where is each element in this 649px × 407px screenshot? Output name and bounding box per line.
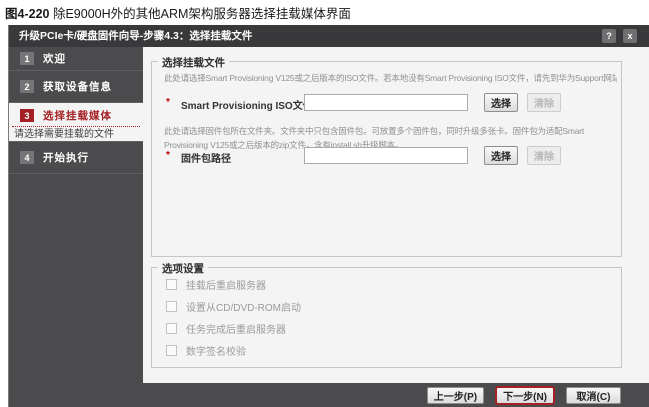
- checkbox-digital-signature: [166, 345, 177, 356]
- option-boot-from-cddvd: 设置从CD/DVD-ROM启动: [166, 300, 301, 313]
- iso-field-label: Smart Provisioning ISO文件: [181, 97, 313, 112]
- step-item-welcome: 1 欢迎: [9, 47, 143, 71]
- checkbox-restart-after-mount: [166, 279, 177, 290]
- iso-clear-button: 清除: [527, 93, 561, 112]
- step-number-badge-active: 3: [20, 109, 34, 122]
- step-item-device-info: 2 获取设备信息: [9, 71, 143, 103]
- option-restart-after-task: 任务完成后重启服务器: [166, 322, 286, 335]
- firmware-path-label: 固件包路径: [181, 150, 231, 165]
- active-step-divider: [12, 126, 140, 127]
- firmware-clear-button: 清除: [527, 146, 561, 165]
- step-number-badge: 4: [20, 151, 34, 164]
- options-legend: 选项设置: [158, 261, 208, 276]
- dialog-footer: 上一步(P) 下一步(N) 取消(C): [9, 383, 649, 407]
- figure-label: 图4-220: [5, 7, 49, 21]
- step-sublabel: 请选择需要挂载的文件: [9, 128, 143, 142]
- wizard-steps-sidebar: 1 欢迎 2 获取设备信息 3 选择挂载媒体 请选择需要挂载的文件 4 开始执行: [9, 47, 143, 383]
- step-item-execute: 4 开始执行: [9, 142, 143, 174]
- next-step-button[interactable]: 下一步(N): [496, 387, 554, 404]
- step-label: 欢迎: [43, 51, 66, 66]
- iso-description: 此处请选择Smart Provisioning V125或之后版本的ISO文件。…: [164, 71, 617, 85]
- iso-select-button[interactable]: 选择: [484, 93, 518, 112]
- option-digital-signature: 数字签名校验: [166, 344, 246, 357]
- checkbox-boot-from-cddvd: [166, 301, 177, 312]
- options-groupbox: 选项设置 挂载后重启服务器 设置从CD/DVD-ROM启动 任务完成后重启服务器…: [151, 267, 622, 368]
- iso-file-input[interactable]: [304, 94, 468, 111]
- option-label: 任务完成后重启服务器: [186, 321, 286, 336]
- step-label-active: 选择挂载媒体: [43, 108, 112, 123]
- mount-file-groupbox: 选择挂载文件 此处请选择Smart Provisioning V125或之后版本…: [151, 61, 622, 257]
- option-restart-after-mount: 挂载后重启服务器: [166, 278, 266, 291]
- option-label: 数字签名校验: [186, 343, 246, 358]
- dialog-titlebar: 升级PCIe卡/硬盘固件向导-步骤4.3：选择挂载文件 ? x: [9, 25, 649, 47]
- figure-caption-text: 除E9000H外的其他ARM架构服务器选择挂载媒体界面: [53, 7, 351, 21]
- step-label: 开始执行: [43, 150, 89, 165]
- option-label: 设置从CD/DVD-ROM启动: [186, 299, 301, 314]
- iso-field-row: * Smart Provisioning ISO文件 选择 清除: [152, 93, 621, 113]
- step-number-badge: 1: [20, 52, 34, 65]
- firmware-select-button[interactable]: 选择: [484, 146, 518, 165]
- option-label: 挂载后重启服务器: [186, 277, 266, 292]
- cancel-button[interactable]: 取消(C): [566, 387, 621, 404]
- mount-file-legend: 选择挂载文件: [158, 55, 229, 70]
- help-icon[interactable]: ?: [602, 29, 616, 43]
- figure-caption: 图4-220 除E9000H外的其他ARM架构服务器选择挂载媒体界面: [5, 3, 351, 22]
- upgrade-wizard-dialog: 升级PCIe卡/硬盘固件向导-步骤4.3：选择挂载文件 ? x 1 欢迎 2 获…: [8, 25, 649, 407]
- firmware-path-input[interactable]: [304, 147, 468, 164]
- firmware-field-row: * 固件包路径 选择 清除: [152, 146, 621, 166]
- dialog-content: 选择挂载文件 此处请选择Smart Provisioning V125或之后版本…: [143, 47, 649, 383]
- step-number-badge: 2: [20, 80, 34, 93]
- required-mark: *: [166, 97, 170, 108]
- checkbox-restart-after-task: [166, 323, 177, 334]
- previous-step-button[interactable]: 上一步(P): [427, 387, 484, 404]
- step-item-select-media-active: 3 选择挂载媒体 请选择需要挂载的文件: [9, 103, 143, 142]
- close-icon[interactable]: x: [623, 29, 637, 43]
- dialog-title: 升级PCIe卡/硬盘固件向导-步骤4.3：选择挂载文件: [9, 25, 649, 47]
- step-label: 获取设备信息: [43, 79, 112, 94]
- required-mark: *: [166, 150, 170, 161]
